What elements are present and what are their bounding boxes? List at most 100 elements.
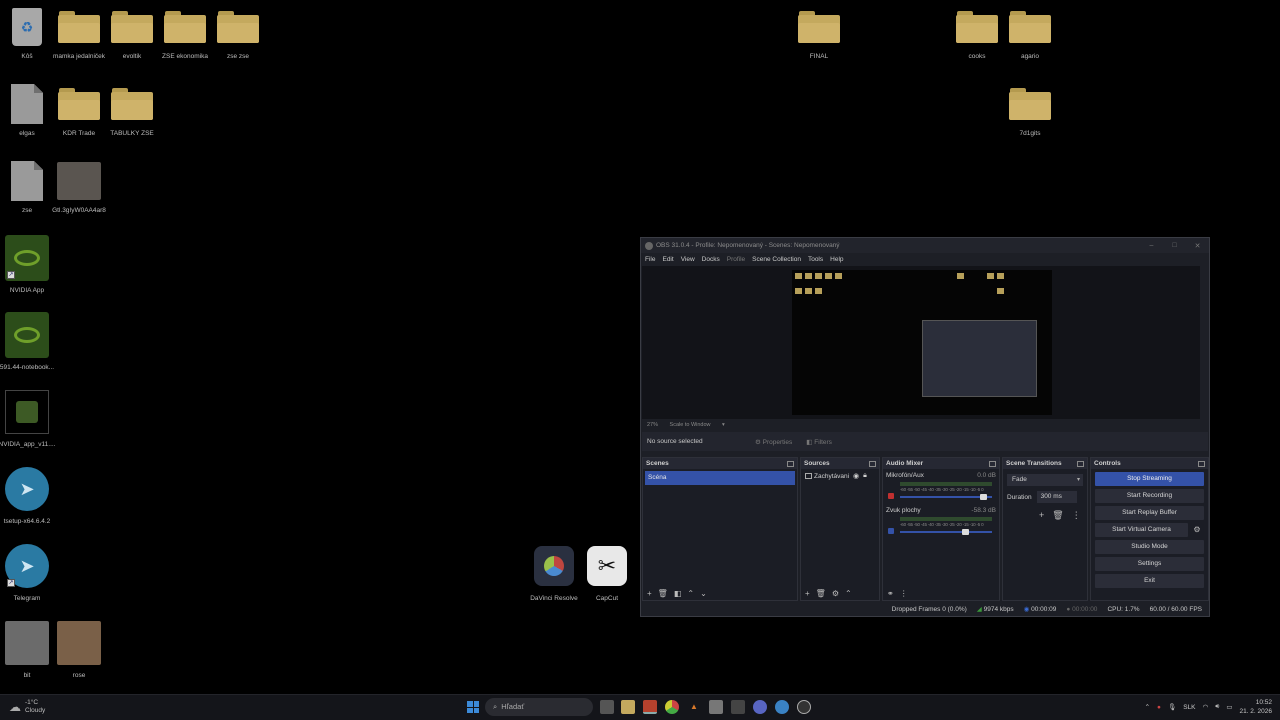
exit-button[interactable]: Exit — [1095, 574, 1204, 588]
add-icon[interactable]: + — [1039, 510, 1044, 521]
desktop-icon-agario[interactable]: agario — [1003, 7, 1057, 61]
undock-icon[interactable] — [1198, 460, 1205, 467]
calculator-icon[interactable] — [731, 700, 745, 714]
desktop-icon-recycle-bin[interactable]: ♻ Kôš — [0, 7, 54, 61]
desktop-icon-elgas[interactable]: elgas — [0, 84, 54, 138]
language-indicator[interactable]: SLK — [1183, 704, 1195, 711]
file-explorer-icon[interactable] — [621, 700, 635, 714]
notepad-icon[interactable] — [709, 700, 723, 714]
volume-knob[interactable] — [980, 494, 988, 500]
lock-icon[interactable]: 🔒︎ — [863, 472, 867, 480]
windows-start-icon[interactable] — [467, 701, 479, 713]
desktop-icon-nvidia-app-installer[interactable]: NVIDIA_app_v11.... — [0, 389, 55, 449]
desktop-icon-evoltik[interactable]: evoltik — [105, 7, 159, 61]
discord-icon[interactable] — [753, 700, 767, 714]
zoom-controls[interactable]: 27% Scale to Window ▾ — [647, 422, 735, 428]
settings-button[interactable]: Settings — [1095, 557, 1204, 571]
preview-canvas[interactable] — [642, 266, 1200, 419]
duration-input[interactable]: 300 ms — [1036, 491, 1077, 503]
desktop-icon-tsetup[interactable]: ➤ tsetup-x64.6.4.2 — [0, 466, 54, 526]
gear-icon[interactable]: ⚙ — [1190, 523, 1204, 537]
undock-icon[interactable] — [787, 460, 794, 467]
tray-app-icon[interactable]: ● — [1157, 704, 1161, 711]
task-view-icon[interactable] — [600, 700, 614, 714]
gear-icon[interactable]: ⚙ — [832, 589, 839, 598]
volume-knob[interactable] — [962, 529, 969, 535]
obs-titlebar[interactable]: OBS 31.0.4 - Profile: Nepomenovaný - Sce… — [641, 238, 1209, 253]
desktop-icon-photo[interactable]: Gtl.3gIyW0AA4ar8 — [52, 161, 106, 215]
trash-icon[interactable]: 🗑 — [1052, 510, 1063, 521]
menu-profile[interactable]: Profile — [727, 256, 745, 263]
close-icon[interactable]: ✕ — [1186, 242, 1209, 250]
brave-browser-icon[interactable] — [643, 700, 657, 714]
volume-slider[interactable] — [900, 494, 992, 500]
menu-file[interactable]: File — [645, 256, 655, 263]
studio-mode-button[interactable]: Studio Mode — [1095, 540, 1204, 554]
weather-widget[interactable]: ☁ -1°C Cloudy — [9, 699, 45, 715]
desktop-icon-rose[interactable]: rose — [52, 620, 106, 680]
maximize-icon[interactable]: □ — [1163, 242, 1186, 250]
desktop-icon-kdr-trade[interactable]: KDR Trade — [52, 84, 106, 138]
mute-icon[interactable] — [888, 493, 894, 499]
desktop-icon-nvidia-notebook[interactable]: 591.44-notebook... — [0, 312, 54, 372]
properties-button[interactable]: ⚙ Properties — [755, 438, 792, 446]
menu-docks[interactable]: Docks — [702, 256, 720, 263]
trash-icon[interactable]: 🗑 — [658, 589, 668, 598]
arrow-up-icon[interactable]: ⌃ — [845, 589, 852, 598]
arrow-up-icon[interactable]: ⌃ — [687, 589, 694, 598]
desktop-icon-zse-ekonomika[interactable]: ZSE ekonomika — [158, 7, 212, 61]
minimize-icon[interactable]: – — [1140, 242, 1163, 250]
app-icon[interactable] — [775, 700, 789, 714]
eye-icon[interactable]: ◉ — [853, 472, 859, 480]
chrome-icon[interactable] — [665, 700, 679, 714]
desktop-icon-davinci[interactable]: DaVinci Resolve — [527, 543, 581, 603]
undock-icon[interactable] — [1077, 460, 1084, 467]
menu-help[interactable]: Help — [830, 256, 843, 263]
add-icon[interactable]: + — [647, 589, 652, 598]
desktop-icon-tabulky-zse[interactable]: TABULKY ZSE — [105, 84, 159, 138]
undock-icon[interactable] — [989, 460, 996, 467]
desktop-icon-zse-zse[interactable]: zse zse — [211, 7, 265, 61]
vlc-icon[interactable]: ▲ — [687, 700, 701, 714]
add-icon[interactable]: + — [805, 589, 810, 598]
scale-mode[interactable]: Scale to Window — [670, 422, 711, 428]
scene-item[interactable]: Scéna — [645, 471, 795, 485]
stop-streaming-button[interactable]: Stop Streaming — [1095, 472, 1204, 486]
desktop-icon-cooks[interactable]: cooks — [950, 7, 1004, 61]
desktop-icon-mamka[interactable]: mamka jedalniček — [52, 7, 106, 61]
obs-icon[interactable] — [797, 700, 811, 714]
battery-icon[interactable]: ▭ — [1226, 703, 1232, 711]
clock[interactable]: 10:52 21. 2. 2026 — [1239, 698, 1272, 716]
microphone-icon[interactable]: 🎙︎ — [1168, 703, 1176, 711]
arrow-down-icon[interactable]: ⌄ — [700, 589, 707, 598]
filter-icon[interactable]: ◧ — [674, 589, 682, 598]
speaker-icon[interactable]: 🔊︎ — [1215, 703, 1219, 711]
wifi-icon[interactable]: ◠ — [1203, 703, 1209, 711]
start-virtual-camera-button[interactable]: Start Virtual Camera — [1095, 523, 1188, 537]
desktop-icon-telegram[interactable]: ➤ ↗ Telegram — [0, 543, 54, 603]
volume-slider[interactable] — [900, 529, 992, 535]
desktop-icon-7d1gits[interactable]: 7d1gits — [1003, 84, 1057, 138]
search-input[interactable]: ⌕ Hľadať — [485, 698, 593, 716]
menu-edit[interactable]: Edit — [662, 256, 673, 263]
start-replay-buffer-button[interactable]: Start Replay Buffer — [1095, 506, 1204, 520]
menu-view[interactable]: View — [681, 256, 695, 263]
desktop-icon-bit[interactable]: bit — [0, 620, 54, 680]
trash-icon[interactable]: 🗑 — [816, 589, 826, 598]
more-icon[interactable]: ⋮ — [900, 589, 908, 598]
source-item[interactable]: Zachytávani ◉ 🔒︎ — [805, 472, 875, 480]
undock-icon[interactable] — [869, 460, 876, 467]
speaker-icon[interactable] — [888, 528, 894, 534]
transition-select[interactable]: Fade — [1007, 474, 1083, 486]
link-icon[interactable]: ⚭ — [887, 589, 894, 598]
desktop-icon-final[interactable]: FINAL — [792, 7, 846, 61]
menu-scene-collection[interactable]: Scene Collection — [752, 256, 801, 263]
filters-button[interactable]: ◧ Filters — [806, 438, 832, 446]
start-recording-button[interactable]: Start Recording — [1095, 489, 1204, 503]
desktop-icon-nvidia-app[interactable]: ↗ NVIDIA App — [0, 235, 54, 295]
chevron-up-icon[interactable]: ⌃ — [1145, 703, 1150, 711]
menu-tools[interactable]: Tools — [808, 256, 823, 263]
desktop-icon-capcut[interactable]: ✂ CapCut — [580, 543, 634, 603]
more-icon[interactable]: ⋮ — [1072, 510, 1081, 521]
desktop-icon-zse[interactable]: zse — [0, 161, 54, 215]
